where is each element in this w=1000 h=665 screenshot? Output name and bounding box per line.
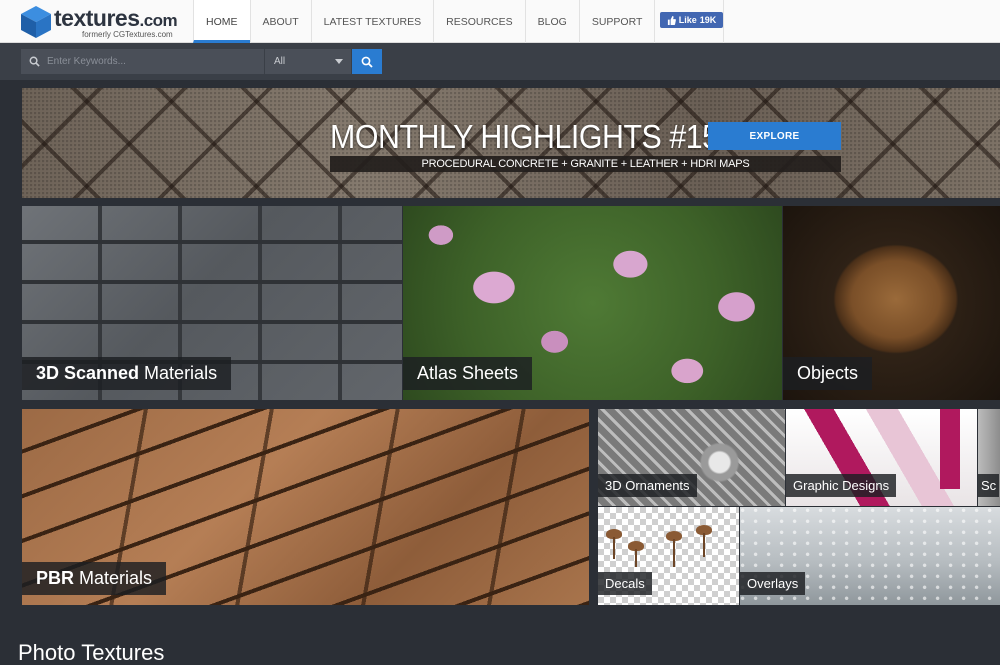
tile-label-rest: Materials — [79, 568, 153, 588]
tile-label: 3D Ornaments — [598, 474, 697, 497]
tile-atlas-sheets[interactable]: Atlas Sheets — [403, 206, 782, 400]
decal-drip — [613, 537, 615, 559]
tile-label: Decals — [598, 572, 652, 595]
search-bar: All — [0, 43, 1000, 80]
search-icon — [361, 56, 373, 68]
nav-home[interactable]: HOME — [193, 0, 250, 43]
like-count: 19K — [699, 15, 717, 25]
nav-about[interactable]: ABOUT — [249, 0, 311, 43]
tile-label: Overlays — [740, 572, 806, 595]
site-logo[interactable]: textures.com formerly CGTextures.com — [20, 3, 180, 41]
tile-label: 3D Scanned Materials — [22, 357, 232, 390]
tile-label: PBR Materials — [22, 562, 167, 595]
graphic-stripe — [940, 409, 960, 489]
search-button[interactable] — [352, 49, 382, 74]
category-value: All — [274, 56, 286, 67]
search-icon — [21, 49, 47, 74]
cube-logo-icon — [21, 6, 51, 38]
tile-3d-ornaments[interactable]: 3D Ornaments — [598, 409, 785, 506]
like-label: Like — [678, 15, 697, 25]
tile-label: Atlas Sheets — [403, 357, 533, 390]
nav-blog[interactable]: BLOG — [524, 0, 579, 43]
tile-3d-scanned-materials[interactable]: 3D Scanned Materials — [22, 206, 402, 400]
section-title: Photo Textures — [18, 640, 165, 665]
tile-label: Sc — [978, 474, 1000, 497]
tile-sculptures[interactable]: Sc — [978, 409, 1000, 506]
decal-drip — [673, 539, 675, 567]
decal-drip — [703, 533, 705, 557]
tile-label-bold: PBR — [36, 568, 75, 588]
banner-title: MONTHLY HIGHLIGHTS #15 — [330, 118, 719, 155]
facebook-like-button[interactable]: Like 19K — [660, 12, 723, 28]
explore-button[interactable]: EXPLORE — [708, 122, 841, 150]
tile-label-bold: 3D Scanned — [36, 363, 140, 383]
nav-latest-textures[interactable]: LATEST TEXTURES — [310, 0, 433, 43]
tile-graphic-designs[interactable]: Graphic Designs — [786, 409, 977, 506]
tile-label: Objects — [783, 357, 873, 390]
nav-support[interactable]: SUPPORT — [578, 0, 655, 43]
nav-resources[interactable]: RESOURCES — [433, 0, 525, 43]
tile-label: Graphic Designs — [786, 474, 897, 497]
search-input[interactable] — [47, 56, 257, 67]
tile-decals[interactable]: Decals — [598, 507, 739, 605]
logo-wordmark: textures.com — [54, 5, 178, 31]
tile-pbr-materials[interactable]: PBR Materials — [22, 409, 589, 605]
chevron-down-icon — [335, 59, 343, 64]
tile-objects[interactable]: Objects — [783, 206, 1000, 400]
tile-overlays[interactable]: Overlays — [740, 507, 1000, 605]
logo-tagline: formerly CGTextures.com — [82, 30, 173, 39]
monthly-highlights-banner[interactable]: MONTHLY HIGHLIGHTS #15 EXPLORE PROCEDURA… — [22, 88, 1000, 198]
top-navbar: textures.com formerly CGTextures.com HOM… — [0, 0, 1000, 43]
main-nav: HOME ABOUT LATEST TEXTURES RESOURCES BLO… — [193, 0, 725, 43]
thumbs-up-icon — [667, 15, 676, 25]
decal-drip — [635, 549, 637, 567]
banner-subtitle: PROCEDURAL CONCRETE + GRANITE + LEATHER … — [330, 156, 841, 172]
tile-label-rest: Materials — [144, 363, 218, 383]
category-dropdown[interactable]: All — [265, 49, 351, 74]
search-field[interactable] — [21, 49, 264, 74]
